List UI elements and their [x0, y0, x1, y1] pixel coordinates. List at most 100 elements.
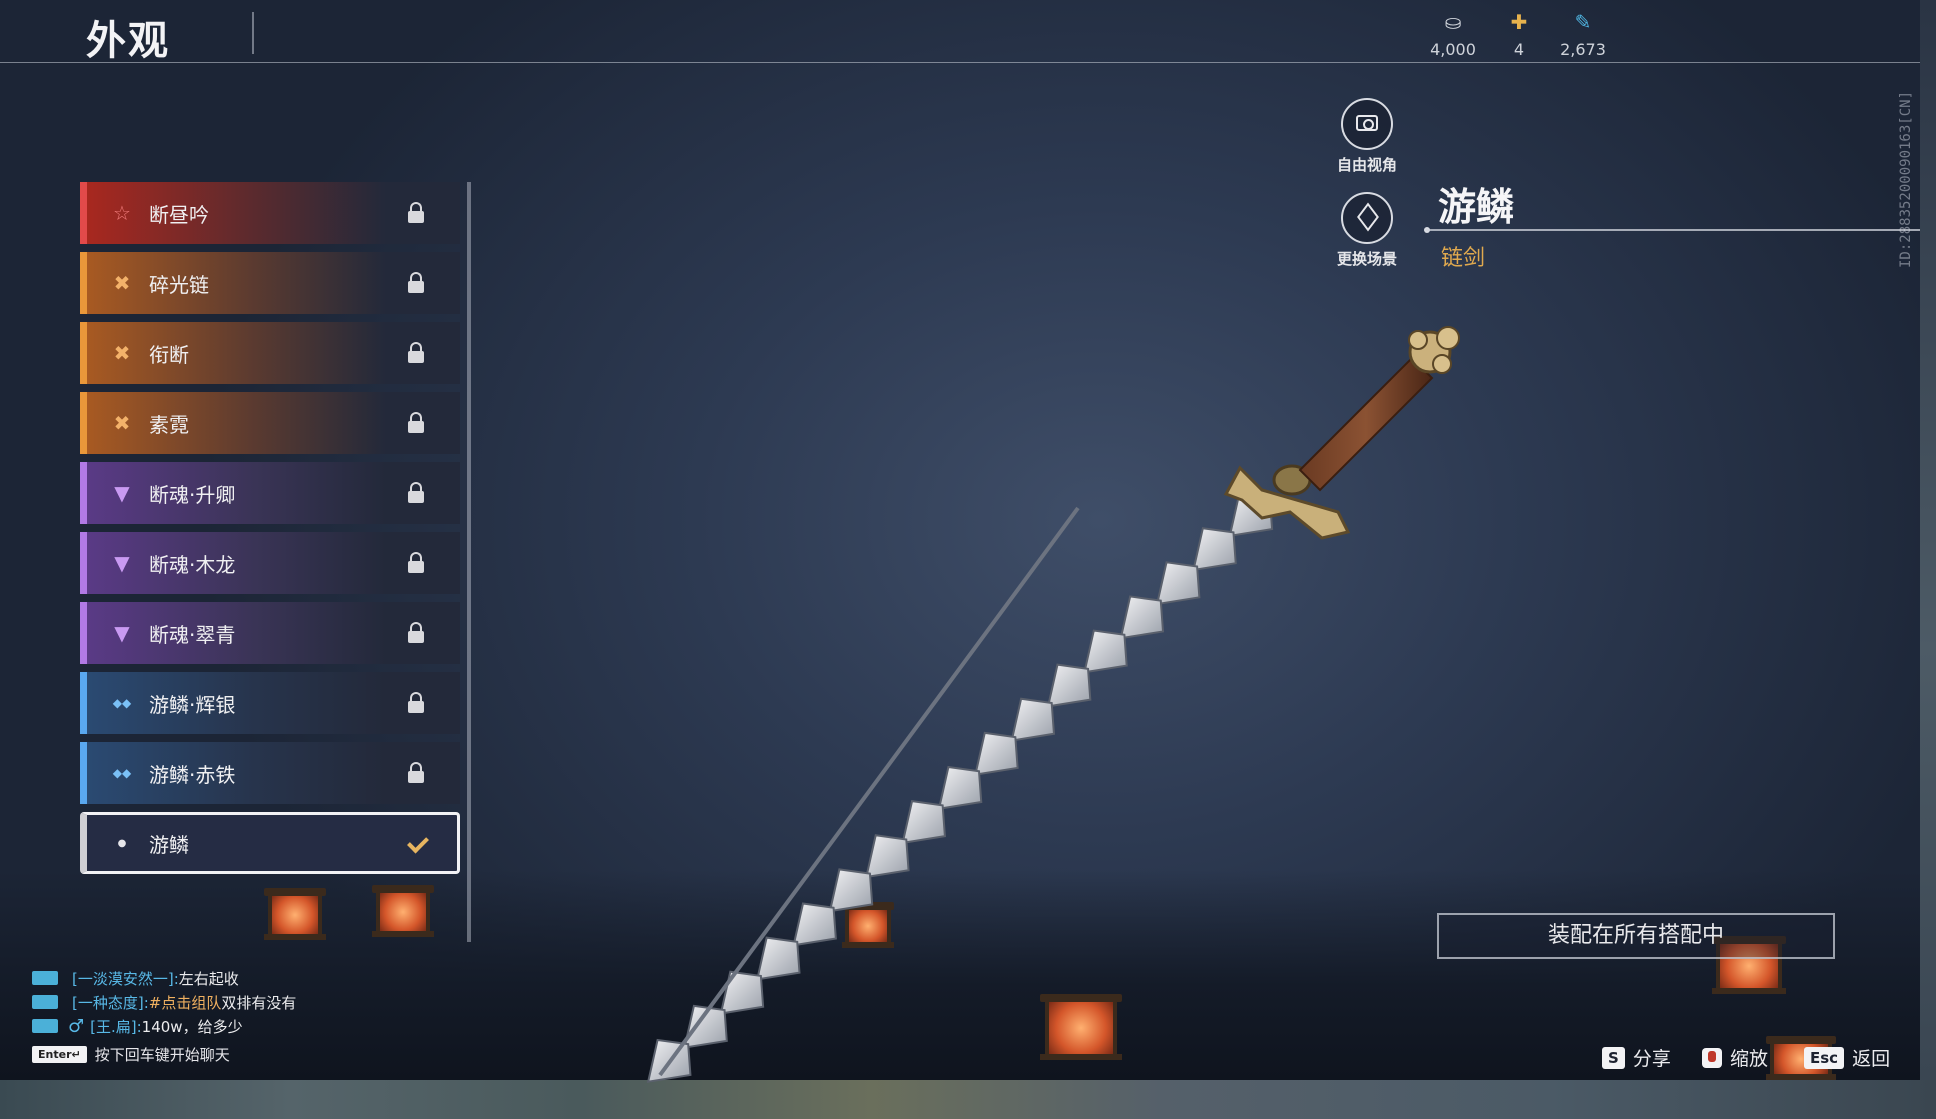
skin-item[interactable]: ◆◆ 游鳞·赤铁: [80, 742, 460, 804]
triangle-rarity-icon: ▼: [114, 481, 130, 505]
chat-line: [一淡漠安然一]: 左右起收: [32, 966, 432, 990]
lock-icon: [406, 272, 426, 294]
chat-panel[interactable]: [一淡漠安然一]: 左右起收 [一种态度]: #点击组队 双排有没有 ♂ [王.…: [32, 966, 432, 1065]
lock-icon: [406, 412, 426, 434]
lock-icon: [406, 622, 426, 644]
zoom-hotkey[interactable]: 缩放: [1702, 1044, 1768, 1071]
blade-segment: [901, 800, 946, 845]
skin-name: 断魂·木龙: [149, 552, 236, 577]
right-scenery-strip: [1920, 0, 1936, 1080]
chat-team-link[interactable]: #点击组队: [149, 992, 222, 1013]
back-hotkey[interactable]: Esc 返回: [1804, 1044, 1890, 1071]
skin-item[interactable]: ▼ 断魂·木龙: [80, 532, 460, 594]
coin-icon: ⛀: [1444, 10, 1462, 34]
drop-rarity-icon: ●: [117, 837, 127, 849]
lantern-decoration: [372, 885, 434, 937]
esc-key: Esc: [1804, 1046, 1845, 1069]
currency-coin-value: 4,000: [1430, 40, 1476, 59]
chat-message: 140w，给多少: [141, 1017, 243, 1036]
ticket-icon: ✚: [1510, 10, 1528, 34]
skin-name: 断魂·升卿: [149, 482, 236, 507]
change-scene-button[interactable]: 更换场景: [1322, 192, 1412, 269]
currency-coin: ⛀ 4,000: [1418, 10, 1488, 59]
item-name: 游鳞: [1438, 185, 1515, 229]
chat-hint-text: 按下回车键开始聊天: [94, 1046, 230, 1064]
lantern-decoration: [1040, 994, 1122, 1060]
fins-rarity-icon: ◆◆: [112, 766, 132, 780]
triangle-rarity-icon: ▼: [114, 621, 130, 645]
chat-channel-icon: [32, 995, 58, 1009]
skin-name: 游鳞: [149, 832, 189, 857]
currency-ticket-value: 4: [1513, 40, 1525, 59]
blade-segment: [1192, 527, 1237, 572]
skin-item[interactable]: ◆◆ 游鳞·辉银: [80, 672, 460, 734]
skin-list-scrollbar[interactable]: [467, 182, 471, 942]
lock-icon: [406, 552, 426, 574]
title-divider: [252, 12, 254, 54]
item-name-underline: [1426, 229, 1920, 231]
chat-sender[interactable]: [一种态度]:: [72, 992, 149, 1013]
lock-icon: [406, 482, 426, 504]
chat-channel-icon: [32, 1019, 58, 1033]
currency-ticket: ✚ 4: [1484, 10, 1554, 59]
blade-segment: [1119, 595, 1165, 640]
back-label: 返回: [1852, 1048, 1891, 1070]
skin-item[interactable]: ✖ 素霓: [80, 392, 460, 454]
enter-key-icon: Enter↵: [32, 1046, 87, 1063]
lock-icon: [406, 762, 426, 784]
cross-rarity-icon: ✖: [113, 271, 131, 295]
share-key: S: [1602, 1046, 1625, 1069]
skin-item[interactable]: ☆ 断昼吟: [80, 182, 460, 244]
blade-segment: [1228, 492, 1274, 538]
skin-item-selected[interactable]: ● 游鳞: [80, 812, 460, 874]
scene-box-icon: [1357, 206, 1377, 230]
change-scene-label: 更换场景: [1336, 250, 1397, 268]
header-divider: [0, 62, 1920, 63]
free-view-label: 自由视角: [1336, 156, 1397, 174]
lock-icon: [406, 692, 426, 714]
share-label: 分享: [1632, 1048, 1671, 1070]
blade-segment: [1083, 629, 1128, 674]
check-icon: [407, 832, 429, 854]
skin-item[interactable]: ✖ 衔断: [80, 322, 460, 384]
lantern-decoration: [842, 902, 894, 948]
chat-message: 左右起收: [178, 969, 239, 988]
lock-icon: [406, 342, 426, 364]
triangle-rarity-icon: ▼: [114, 551, 130, 575]
chat-sender[interactable]: [王.扁]:: [90, 1016, 142, 1037]
lock-icon: [406, 202, 426, 224]
skin-item[interactable]: ▼ 断魂·翠青: [80, 602, 460, 664]
blade-segment: [1010, 697, 1056, 742]
feather-icon: ✎: [1574, 10, 1592, 34]
sword-pommel: [1408, 330, 1452, 374]
free-view-button[interactable]: 自由视角: [1322, 98, 1412, 175]
equip-all-outfits-button[interactable]: 装配在所有搭配中: [1437, 913, 1835, 959]
skin-name: 断昼吟: [149, 202, 209, 227]
page-title: 外观: [86, 18, 170, 64]
male-icon: ♂: [68, 1015, 85, 1037]
chat-line: ♂ [王.扁]: 140w，给多少: [32, 1014, 432, 1038]
star-rarity-icon: ☆: [113, 201, 131, 225]
build-id-label: ID:28835200090163[CN]: [1898, 90, 1914, 268]
fins-rarity-icon: ◆◆: [112, 696, 132, 710]
cross-rarity-icon: ✖: [113, 341, 131, 365]
skin-name: 素霓: [149, 412, 189, 437]
skin-name: 游鳞·辉银: [149, 692, 236, 717]
currency-feather-value: 2,673: [1560, 40, 1606, 59]
mouse-icon: [1702, 1047, 1722, 1068]
camera-icon: [1356, 115, 1378, 131]
chat-sender[interactable]: [一淡漠安然一]:: [72, 968, 179, 989]
skin-item[interactable]: ✖ 碎光链: [80, 252, 460, 314]
chat-hint: Enter↵ 按下回车键开始聊天: [32, 1044, 432, 1065]
skin-name: 碎光链: [149, 272, 209, 297]
lantern-decoration: [264, 888, 326, 940]
item-type: 链剑: [1441, 246, 1486, 271]
skin-item[interactable]: ▼ 断魂·升卿: [80, 462, 460, 524]
skin-name: 衔断: [149, 342, 189, 367]
sword-guard: [1223, 465, 1351, 540]
chat-channel-icon: [32, 971, 58, 985]
share-hotkey[interactable]: S 分享: [1602, 1044, 1671, 1071]
chat-message: 双排有没有: [221, 993, 297, 1012]
blade-segment: [1046, 663, 1092, 708]
cross-rarity-icon: ✖: [113, 411, 131, 435]
